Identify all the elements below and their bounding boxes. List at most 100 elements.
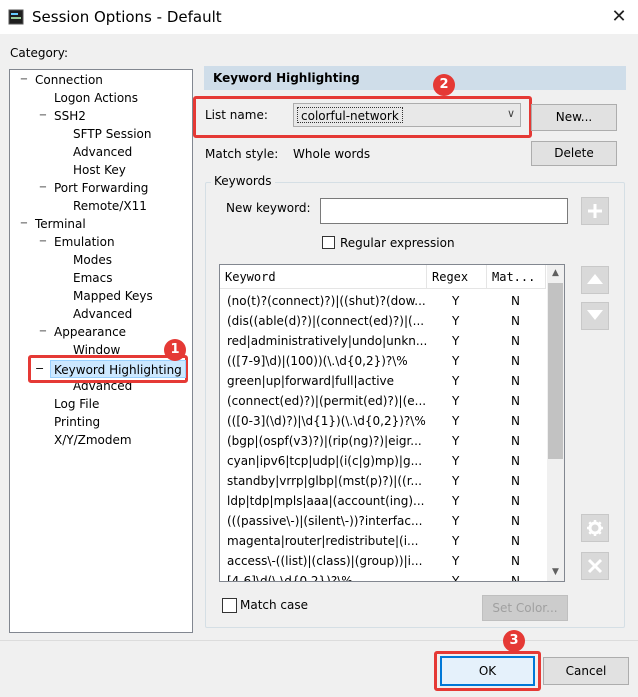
match-case-cell: N [511, 394, 520, 408]
tree-item-modes[interactable]: Modes [73, 251, 112, 269]
match-case-cell: N [511, 294, 520, 308]
cancel-button[interactable]: Cancel [543, 657, 629, 685]
column-match-case[interactable]: Mat... [487, 265, 546, 289]
tree-item-logon-actions[interactable]: Logon Actions [54, 89, 138, 107]
match-case-cell: N [511, 354, 520, 368]
keyword-cell: (((passive\-)|(silent\-))?interfac... [227, 514, 423, 528]
regex-cell: Y [452, 534, 460, 548]
regex-cell: Y [452, 394, 460, 408]
keyword-cell: ldp|tdp|mpls|aaa|(account(ing)... [227, 494, 425, 508]
tree-item-log-file[interactable]: Log File [54, 395, 99, 413]
tree-item-port-forwarding[interactable]: Port Forwarding [54, 179, 148, 197]
match-case-cell: N [511, 434, 520, 448]
table-row[interactable]: green|up|forward|full|active Y N [220, 371, 546, 391]
keyword-cell: [4-6]\d(\.\d{0,2})?\% [227, 574, 353, 582]
table-row[interactable]: (([7-9]\d)|(100))(\.\d{0,2})?\% Y N [220, 351, 546, 371]
collapse-icon[interactable]: − [18, 215, 30, 233]
keywords-group-title: Keywords [211, 174, 275, 188]
tree-item-sftp-session[interactable]: SFTP Session [73, 125, 151, 143]
table-row[interactable]: (dis((able(d)?)|(connect(ed)?)|(... Y N [220, 311, 546, 331]
collapse-icon[interactable]: − [37, 107, 49, 125]
tree-item-connection[interactable]: Connection [35, 71, 103, 89]
set-color-button[interactable]: Set Color... [482, 595, 568, 621]
tree-item-emulation-advanced[interactable]: Advanced [73, 305, 132, 323]
regex-cell: Y [452, 454, 460, 468]
tree-item-remote-x11[interactable]: Remote/X11 [73, 197, 147, 215]
column-keyword[interactable]: Keyword [220, 265, 427, 289]
table-row[interactable]: ldp|tdp|mpls|aaa|(account(ing)... Y N [220, 491, 546, 511]
match-style-label: Match style: [205, 147, 279, 161]
regex-cell: Y [452, 414, 460, 428]
keyword-cell: (dis((able(d)?)|(connect(ed)?)|(... [227, 314, 425, 328]
keyword-cell: cyan|ipv6|tcp|udp|(i(c|g)mp)|g... [227, 454, 423, 468]
collapse-icon[interactable]: − [37, 323, 49, 341]
regex-cell: Y [452, 554, 460, 568]
arrow-up-icon [587, 274, 603, 284]
tree-item-ssh2[interactable]: SSH2 [54, 107, 86, 125]
regex-checkbox[interactable] [322, 236, 335, 249]
table-row[interactable]: (no(t)?(connect)?)|((shut)?(dow... Y N [220, 291, 546, 311]
tree-item-terminal[interactable]: Terminal [35, 215, 86, 233]
ok-button[interactable]: OK [440, 656, 535, 686]
list-name-select[interactable]: colorful-network ∨ [293, 103, 521, 127]
match-case-cell: N [511, 334, 520, 348]
keyword-cell: (bgp|(ospf(v3)?)|(rip(ng)?)|eigr... [227, 434, 422, 448]
tree-item-keyword-highlighting[interactable]: Keyword Highlighting [50, 360, 186, 378]
table-row[interactable]: standby|vrrp|glbp|(mst(p)?)|((r... Y N [220, 471, 546, 491]
tree-item-emacs[interactable]: Emacs [73, 269, 112, 287]
list-name-value: colorful-network [297, 107, 403, 123]
move-down-button[interactable] [581, 302, 609, 330]
chevron-down-icon: ∨ [506, 107, 515, 120]
scroll-up-icon[interactable]: ▲ [547, 265, 564, 282]
collapse-icon[interactable]: − [18, 71, 30, 89]
keyword-settings-button[interactable] [581, 514, 609, 542]
match-case-cell: N [511, 534, 520, 548]
table-row[interactable]: magenta|router|redistribute|(i... Y N [220, 531, 546, 551]
table-row[interactable]: [4-6]\d(\.\d{0,2})?\% Y N [220, 571, 546, 582]
regex-cell: Y [452, 314, 460, 328]
scroll-down-icon[interactable]: ▼ [547, 564, 564, 581]
table-row[interactable]: (connect(ed)?)|(permit(ed)?)|(e... Y N [220, 391, 546, 411]
collapse-icon[interactable]: − [35, 360, 44, 378]
table-row[interactable]: (([0-3](\d)?)|\d{1})(\.\d{0,2})?\% Y N [220, 411, 546, 431]
keywords-table[interactable]: Keyword Regex Mat... (no(t)?(connect)?)|… [219, 264, 565, 582]
scroll-thumb[interactable] [548, 283, 563, 459]
tree-item-mapped-keys[interactable]: Mapped Keys [73, 287, 153, 305]
tree-item-appearance[interactable]: Appearance [54, 323, 126, 341]
tree-item-ssh2-advanced[interactable]: Advanced [73, 143, 132, 161]
list-name-label: List name: [205, 108, 268, 122]
close-icon[interactable]: ✕ [606, 4, 632, 30]
vertical-scrollbar[interactable]: ▲ ▼ [547, 265, 564, 581]
table-row[interactable]: (((passive\-)|(silent\-))?interfac... Y N [220, 511, 546, 531]
new-list-button[interactable]: New... [531, 104, 617, 131]
keyword-cell: (([0-3](\d)?)|\d{1})(\.\d{0,2})?\% [227, 414, 426, 428]
keyword-cell: green|up|forward|full|active [227, 374, 395, 388]
tree-item-printing[interactable]: Printing [54, 413, 100, 431]
annotation-badge-1: 1 [164, 339, 186, 361]
delete-list-button[interactable]: Delete [531, 141, 617, 166]
match-case-checkbox[interactable] [222, 598, 237, 613]
add-keyword-button[interactable] [581, 197, 609, 225]
regex-cell: Y [452, 474, 460, 488]
tree-item-host-key[interactable]: Host Key [73, 161, 126, 179]
regex-label: Regular expression [340, 236, 455, 250]
match-case-cell: N [511, 414, 520, 428]
match-style-value: Whole words [293, 147, 371, 161]
new-keyword-input[interactable] [320, 198, 568, 224]
regex-cell: Y [452, 514, 460, 528]
tree-item-emulation[interactable]: Emulation [54, 233, 115, 251]
collapse-icon[interactable]: − [37, 233, 49, 251]
regex-cell: Y [452, 354, 460, 368]
regex-cell: Y [452, 574, 460, 582]
table-row[interactable]: red|administratively|undo|unkn... Y N [220, 331, 546, 351]
tree-item-xyzmodem[interactable]: X/Y/Zmodem [54, 431, 132, 449]
table-row[interactable]: access\-((list)|(class)|(group))|i... Y N [220, 551, 546, 571]
plus-icon [588, 204, 602, 218]
column-regex[interactable]: Regex [427, 265, 487, 289]
table-row[interactable]: (bgp|(ospf(v3)?)|(rip(ng)?)|eigr... Y N [220, 431, 546, 451]
move-up-button[interactable] [581, 266, 609, 294]
collapse-icon[interactable]: − [37, 179, 49, 197]
x-icon [587, 558, 603, 574]
delete-keyword-button[interactable] [581, 552, 609, 580]
table-row[interactable]: cyan|ipv6|tcp|udp|(i(c|g)mp)|g... Y N [220, 451, 546, 471]
